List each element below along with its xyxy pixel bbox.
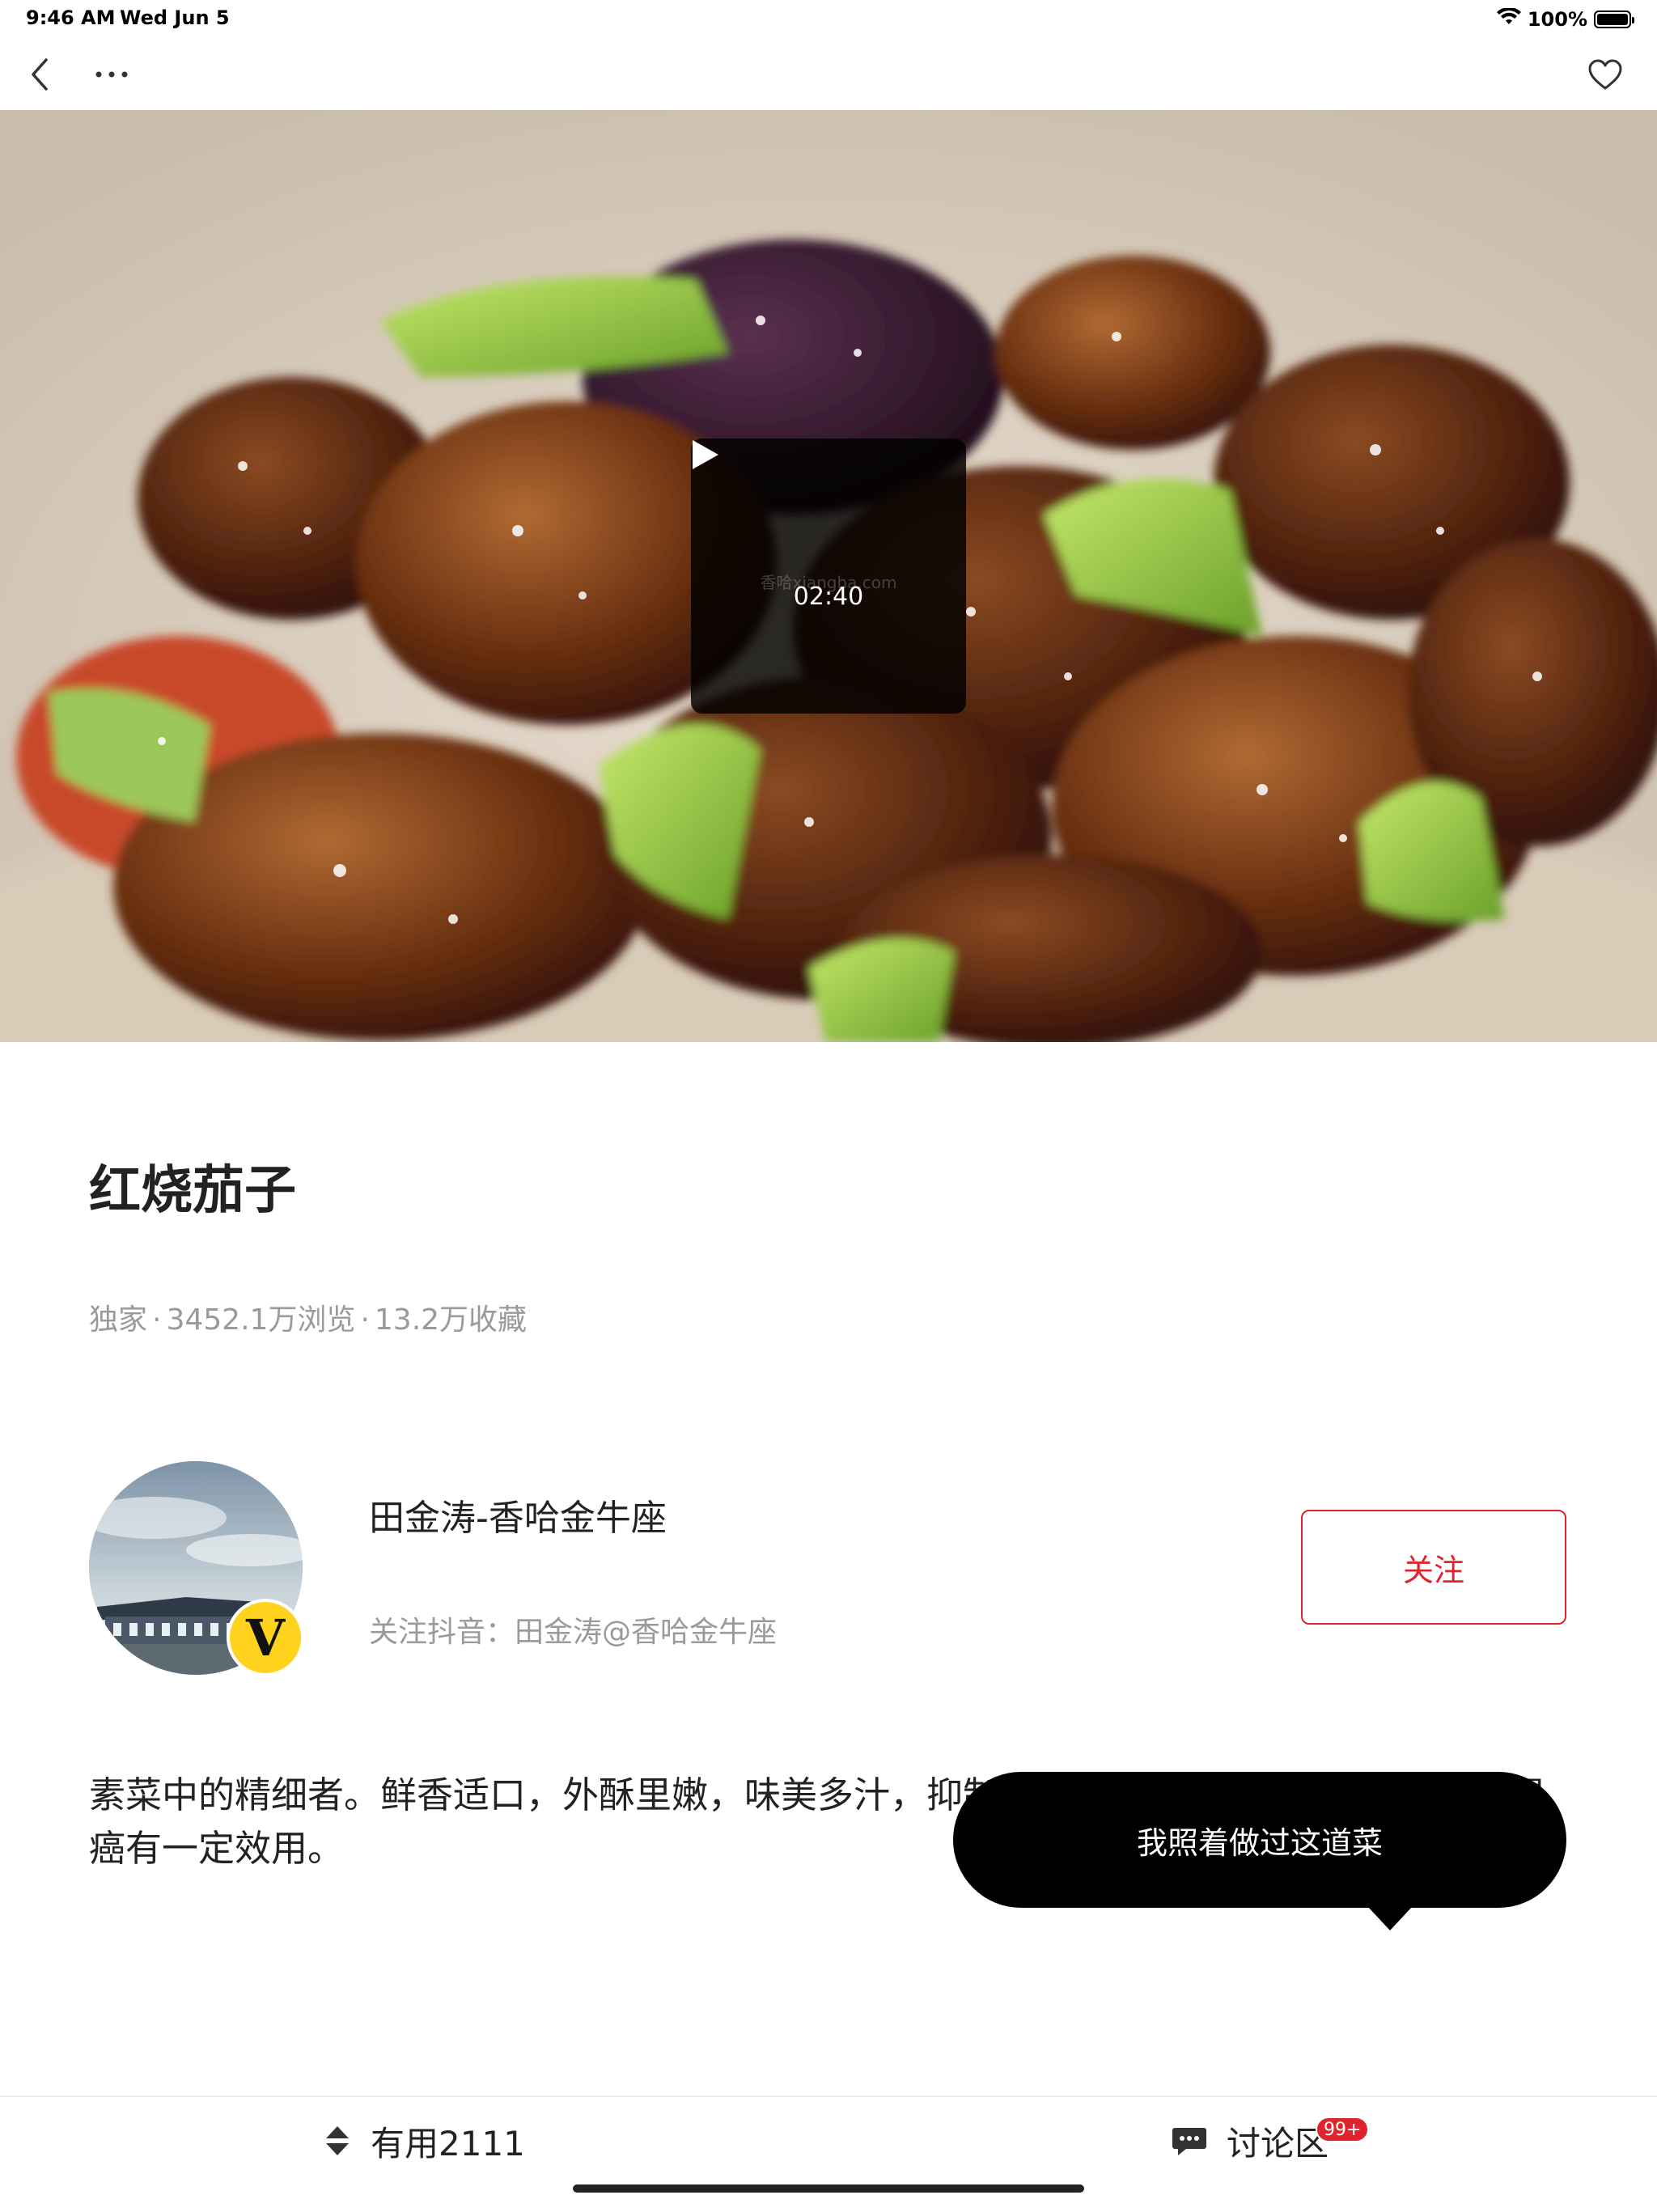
cooked-tooltip[interactable]: 我照着做过这道菜 xyxy=(953,1772,1566,1908)
favorite-heart-icon[interactable] xyxy=(1583,52,1628,97)
comment-icon xyxy=(1172,2128,1206,2155)
video-play-overlay[interactable]: 香哈xiangha.com 02:40 xyxy=(691,439,966,714)
battery-percent: 100% xyxy=(1527,8,1587,31)
discussion-label: 讨论区 xyxy=(1227,2123,1329,2163)
status-bar: 9:46 AM Wed Jun 5 100% xyxy=(0,0,1657,39)
recipe-video[interactable]: 香哈xiangha.com 02:40 xyxy=(0,110,1657,1042)
status-time: 9:46 AM xyxy=(26,6,116,29)
wifi-icon xyxy=(1496,6,1521,31)
exclusive-tag: 独家 xyxy=(89,1303,148,1337)
discussion-button[interactable]: 讨论区 xyxy=(1172,2117,1329,2165)
status-indicators: 100% xyxy=(1496,5,1634,34)
tooltip-arrow xyxy=(1367,1906,1413,1930)
follow-button[interactable]: 关注 xyxy=(1301,1510,1566,1625)
more-icon[interactable] xyxy=(89,52,134,97)
status-date: Wed Jun 5 xyxy=(120,6,230,29)
verified-badge-icon: V xyxy=(227,1599,304,1676)
meta-separator: · xyxy=(360,1303,370,1337)
useful-label: 有用2111 xyxy=(371,2123,525,2163)
play-icon[interactable] xyxy=(691,439,720,471)
vote-arrows-icon xyxy=(326,2126,349,2155)
discussion-count-badge: 99+ xyxy=(1316,2117,1370,2142)
recipe-title: 红烧茄子 xyxy=(89,1161,296,1221)
favorite-count: 13.2万收藏 xyxy=(374,1303,528,1337)
view-count: 3452.1万浏览 xyxy=(166,1303,356,1337)
back-icon[interactable] xyxy=(18,52,63,97)
battery-level-fill xyxy=(1597,14,1628,25)
bottom-action-bar: 有用2111 讨论区 99+ xyxy=(0,2095,1657,2212)
author-name[interactable]: 田金涛-香哈金牛座 xyxy=(369,1489,667,1540)
home-indicator xyxy=(573,2184,1084,2193)
video-duration: 02:40 xyxy=(793,583,864,611)
recipe-meta: 独家 · 3452.1万浏览 · 13.2万收藏 xyxy=(89,1296,527,1338)
author-douyin: 关注抖音：田金涛@香哈金牛座 xyxy=(369,1616,778,1649)
useful-button[interactable]: 有用2111 xyxy=(324,2117,525,2165)
meta-separator: · xyxy=(152,1303,162,1337)
battery-icon xyxy=(1594,11,1634,28)
nav-bar xyxy=(0,39,1657,110)
